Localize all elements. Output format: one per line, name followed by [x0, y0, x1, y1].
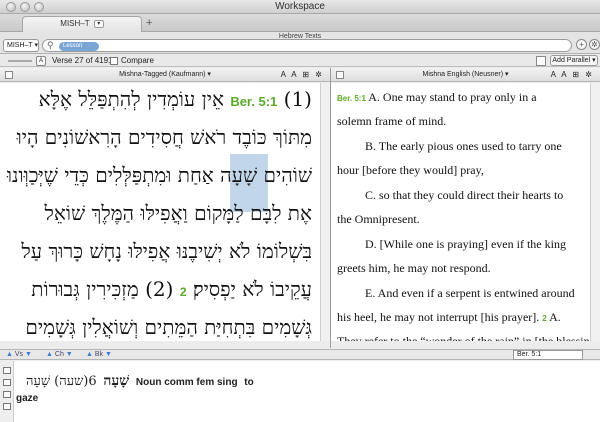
lemma-entry: (שעה) שָׁעָה — [26, 374, 89, 389]
tab-label: MISH–T — [60, 19, 90, 28]
hebrew-line[interactable]: גְּשָׁמִים בִּתְחִיַּת הַמֵּתִים וְשׁוֹא… — [25, 315, 312, 339]
hebrew-line-text: עֲקֵיבוֹ לֹא יַפְסִיק׃ — [192, 277, 312, 301]
hebrew-line[interactable]: Ber. 5:1 (1) אֵין עוֹמְדִין לְהִתְפַּלֵּ… — [39, 87, 312, 114]
verse-number: 2 — [542, 314, 547, 323]
english-line-text: A. — [549, 310, 561, 324]
tab-bar: MISH–T ▾ + — [0, 14, 600, 32]
up-triangle-icon[interactable]: ▲ — [46, 351, 53, 358]
english-text-pane[interactable]: Ber. 5:1 A. One may stand to pray only i… — [331, 83, 595, 341]
verse-nav[interactable]: ▲ Vs ▼ — [6, 350, 32, 360]
minimize-window-button[interactable] — [20, 2, 30, 12]
left-pane-scrollbar[interactable] — [320, 83, 330, 341]
hebrew-line[interactable]: אֶת לִבָּם לַמָּקוֹם וַאֲפִילּוּ הַמֶּלֶ… — [45, 201, 312, 225]
hebrew-line[interactable]: שׁוֹהִים שָׁעָה אַחַת וּמִתְפַּלְּלִים כ… — [7, 163, 312, 187]
english-line[interactable]: hour [before they would] pray, — [337, 162, 589, 178]
search-term-pill[interactable]: Lesson — [59, 41, 99, 51]
english-line-text: A. One may stand to pray only in a — [368, 90, 537, 104]
book-nav[interactable]: ▲ Bk ▼ — [86, 350, 112, 360]
window-title: Workspace — [275, 1, 325, 12]
tab-mish-t[interactable]: MISH–T ▾ — [22, 16, 142, 32]
trash-icon[interactable] — [3, 391, 11, 398]
english-line[interactable]: greets him, he may not respond. — [337, 260, 589, 276]
verse-slider-track[interactable] — [8, 60, 32, 62]
info-sidebar — [0, 361, 14, 422]
english-line[interactable]: the Omnipresent. — [337, 211, 589, 227]
compare-label: Compare — [121, 56, 154, 65]
verse-reference[interactable]: Ber. 5:1 — [230, 94, 277, 109]
hebrew-line[interactable]: מִתּוֹךְ כּוֹבֶד רֹאשׁ חֲסִידִים הָרִאשׁ… — [17, 125, 312, 149]
search-toolbar: Hebrew Texts MISH–T ▾ ⚲ Lesson + ✲ — [0, 32, 600, 54]
gloss-prefix: to — [244, 377, 254, 388]
english-line[interactable]: E. And even if a serpent is entwined aro… — [365, 285, 595, 301]
hebrew-text-pane[interactable]: Ber. 5:1 (1) אֵין עוֹמְדִין לְהִתְפַּלֵּ… — [0, 83, 320, 341]
reference-field[interactable]: Ber. 5:1 — [513, 350, 583, 360]
hebrew-line[interactable]: בִּשְׁלוֹמוֹ לֹא יְשִׁיבֶנּוּ אֲפִילּוּ … — [21, 239, 312, 263]
left-pane-header: Mishna-Tagged (Kaufmann) ▾ A A ⊞ ✲ — [0, 68, 330, 82]
headword: שָׁעָה — [103, 373, 130, 389]
down-triangle-icon[interactable]: ▼ — [25, 351, 32, 358]
english-line[interactable]: his heel, he may not interrupt [his pray… — [337, 309, 589, 327]
document-icon[interactable] — [3, 379, 11, 386]
compare-checkbox[interactable] — [110, 57, 118, 65]
grammar-parse: Noun comm fem sing — [135, 377, 238, 388]
lock-icon[interactable] — [3, 367, 11, 374]
verse-number: 2 — [179, 285, 187, 299]
window-titlebar: Workspace — [0, 0, 600, 14]
zoom-window-button[interactable] — [34, 2, 44, 12]
down-triangle-icon[interactable]: ▼ — [66, 351, 73, 358]
font-size-icon[interactable]: A — [36, 56, 46, 66]
add-search-term-icon[interactable]: + — [576, 39, 587, 50]
up-triangle-icon[interactable]: ▲ — [6, 351, 13, 358]
right-pane-tools[interactable]: A A ⊞ ✲ — [551, 68, 594, 82]
right-pane-scrollbar[interactable] — [590, 83, 600, 341]
resource-select[interactable]: MISH–T ▾ — [3, 39, 39, 52]
hebrew-line[interactable]: עֲקֵיבוֹ לֹא יַפְסִיק׃ 2 (2) מַזְכִּירִי… — [31, 277, 312, 304]
navigation-bar: ▲ Vs ▼ ▲ Ch ▼ ▲ Bk ▼ Ber. 5:1 — [0, 349, 600, 360]
verse-reference[interactable]: Ber. 5:1 — [337, 94, 366, 103]
instant-details-pane — [0, 361, 600, 422]
hebrew-line-text: (2) מַזְכִּירִין גְּבוּרוֹת — [31, 277, 174, 301]
tab-menu-icon[interactable]: ▾ — [93, 19, 104, 28]
english-line[interactable]: C. so that they could direct their heart… — [365, 187, 595, 203]
right-pane-header: Mishna English (Neusner) ▾ A A ⊞ ✲ — [331, 68, 600, 82]
add-parallel-button[interactable]: Add Parallel ▾ — [550, 55, 598, 66]
english-line[interactable]: Ber. 5:1 A. One may stand to pray only i… — [337, 89, 589, 107]
verse-position: Verse 27 of 4191 — [52, 56, 113, 65]
settings-gear-icon[interactable]: ✲ — [589, 39, 600, 50]
lemma-number: 6 — [88, 374, 97, 389]
new-tab-button[interactable]: + — [146, 16, 152, 30]
down-triangle-icon[interactable]: ▼ — [105, 351, 112, 358]
close-window-button[interactable] — [6, 2, 16, 12]
layout-icon[interactable] — [536, 56, 546, 66]
search-icon: ⚲ — [47, 40, 54, 50]
up-triangle-icon[interactable]: ▲ — [86, 351, 93, 358]
english-line[interactable]: solemn frame of mind. — [337, 113, 589, 129]
chapter-nav[interactable]: ▲ Ch ▼ — [46, 350, 73, 360]
lexical-entry: שָׁעָה 6(שעה) שָׁעָה Noun comm fem sing … — [26, 373, 254, 390]
gloss-text: gaze — [16, 393, 39, 404]
english-line[interactable]: They refer to the “wonder of the rain” i… — [337, 333, 595, 341]
search-input[interactable]: ⚲ Lesson — [42, 39, 572, 52]
english-line-text: his heel, he may not interrupt [his pray… — [337, 310, 540, 324]
left-pane-tools[interactable]: A A ⊞ ✲ — [281, 68, 324, 82]
location-bar: A Verse 27 of 4191 Compare Add Parallel … — [0, 55, 600, 67]
english-line[interactable]: D. [While one is praying] even if the ki… — [365, 236, 595, 252]
english-line[interactable]: B. The early pious ones used to tarry on… — [365, 138, 595, 154]
copy-icon[interactable] — [3, 403, 11, 410]
